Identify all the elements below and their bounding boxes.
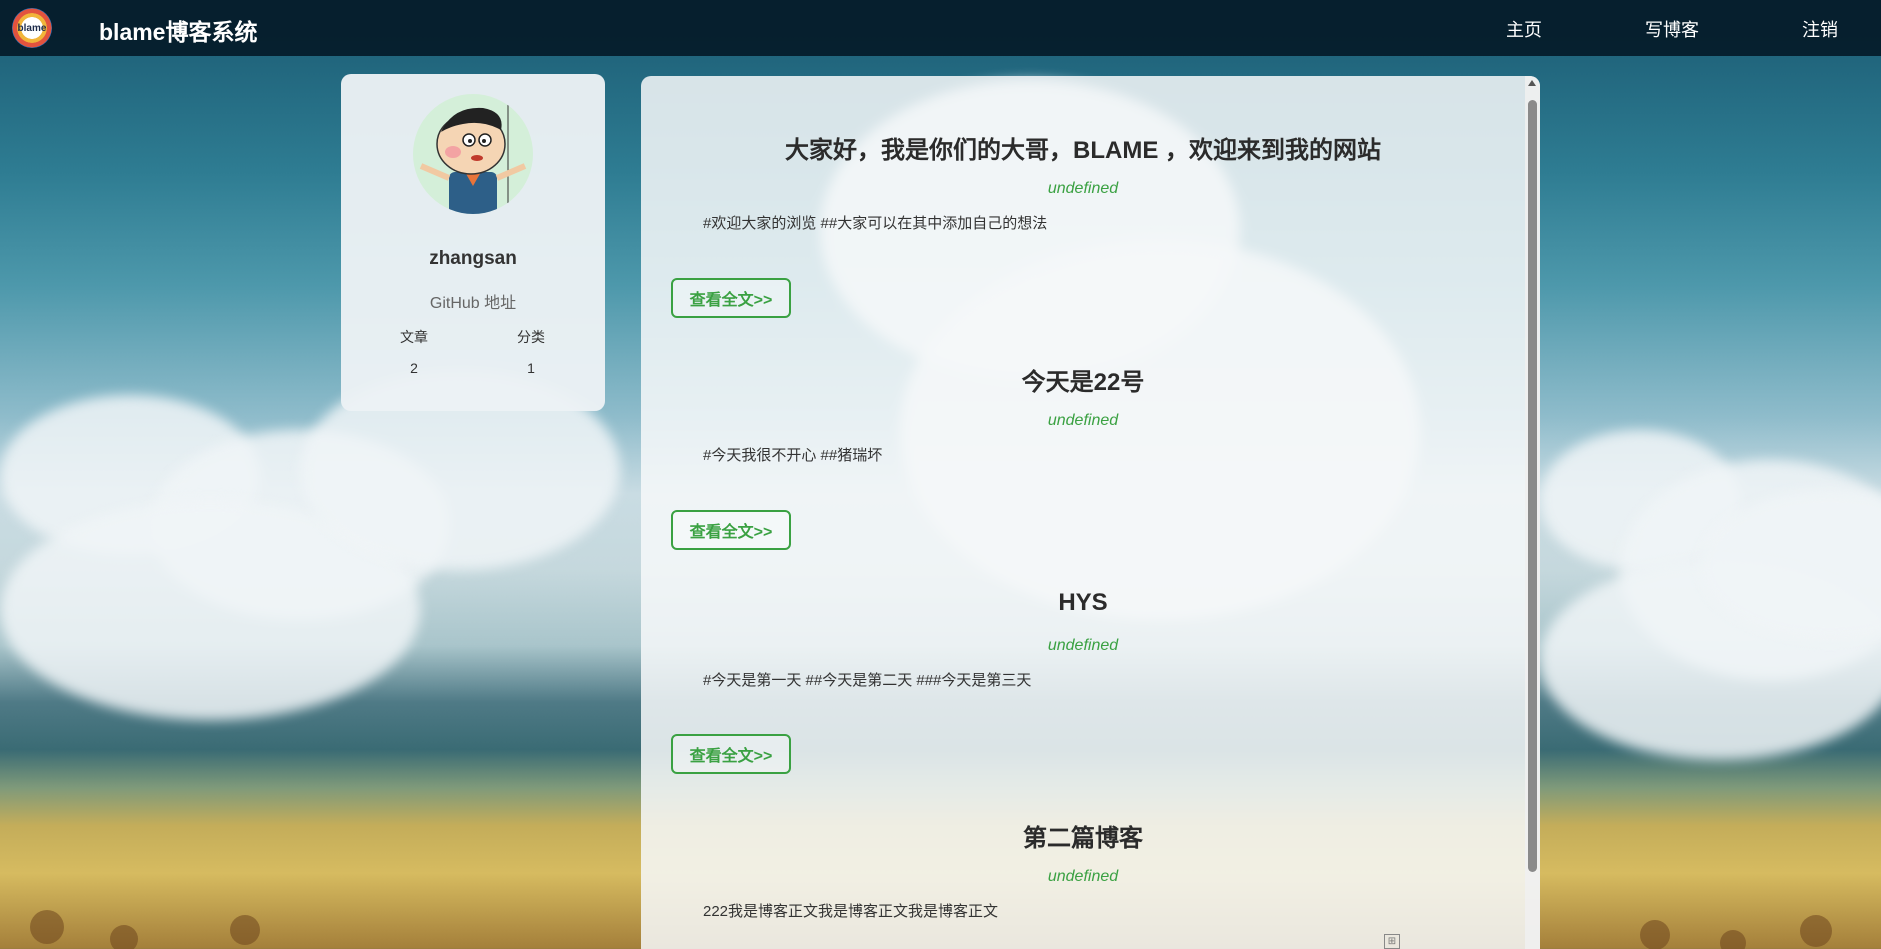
read-more-button[interactable]: 查看全文>> — [671, 278, 791, 318]
post-title: 大家好，我是你们的大哥，BLAME ，欢迎来到我的网站 — [785, 137, 1381, 164]
post-desc: #今天是第一天 ##今天是第二天 ###今天是第三天 — [703, 672, 1032, 689]
navbar: blame blame博客系统 主页 写博客 注销 — [0, 0, 1881, 56]
post-desc: #欢迎大家的浏览 ##大家可以在其中添加自己的想法 — [703, 215, 1048, 232]
post-desc: 222我是博客正文我是博客正文我是博客正文 — [703, 903, 999, 920]
scrollbar[interactable] — [1525, 76, 1540, 949]
post-title: 第二篇博客 — [1023, 825, 1143, 852]
logo-text: blame — [17, 22, 47, 34]
articles-label: 文章 — [400, 329, 428, 345]
blog-list-container[interactable]: 大家好，我是你们的大哥，BLAME ，欢迎来到我的网站 undefined #欢… — [641, 76, 1540, 949]
site-title: blame博客系统 — [99, 19, 258, 45]
post-date: undefined — [1047, 868, 1119, 885]
categories-count: 1 — [527, 360, 535, 376]
read-more-button[interactable]: 查看全文>> — [671, 510, 791, 550]
nav-home-link[interactable]: 主页 — [1506, 16, 1542, 42]
grid-icon: ⊞ — [1384, 934, 1400, 949]
logo-icon[interactable]: blame — [12, 8, 52, 48]
nav-write-blog-link[interactable]: 写博客 — [1645, 16, 1699, 42]
scroll-up-arrow-icon[interactable] — [1528, 80, 1536, 86]
username: zhangsan — [429, 248, 517, 269]
read-more-button[interactable]: 查看全文>> — [671, 734, 791, 774]
post-date: undefined — [1047, 412, 1119, 429]
post-title: 今天是22号 — [1021, 369, 1145, 396]
github-link[interactable]: GitHub 地址 — [341, 289, 605, 313]
post-title: HYS — [1058, 589, 1108, 616]
nav-logout-link[interactable]: 注销 — [1802, 16, 1838, 42]
post-date: undefined — [1047, 637, 1119, 654]
articles-count: 2 — [410, 360, 418, 376]
post-date: undefined — [1047, 180, 1119, 197]
profile-card: zhangsan GitHub 地址 文章 分类 2 1 — [341, 74, 605, 411]
categories-label: 分类 — [517, 329, 545, 345]
scroll-thumb[interactable] — [1528, 100, 1537, 872]
post-desc: #今天我很不开心 ##猪瑞坏 — [703, 447, 883, 464]
avatar-image — [413, 94, 533, 214]
